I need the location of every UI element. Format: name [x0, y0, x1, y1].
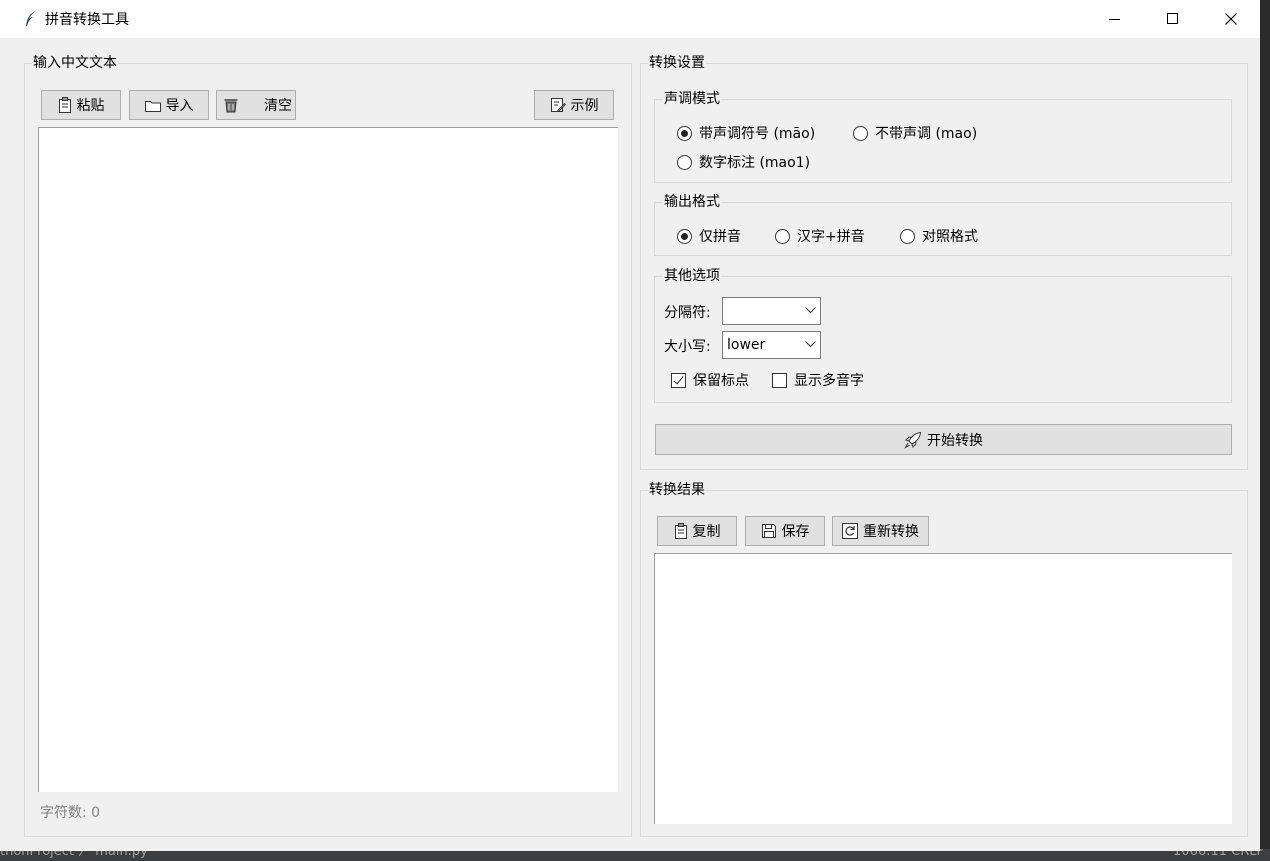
output-format-title: 输出格式 [663, 193, 721, 211]
format-option-pinyin-only-label: 仅拼音 [699, 229, 741, 245]
maximize-button[interactable] [1144, 0, 1202, 38]
tone-option-none[interactable]: 不带声调 (mao) [853, 123, 977, 143]
char-count-label: 字符数: 0 [40, 805, 101, 821]
other-options-title: 其他选项 [663, 267, 721, 285]
case-select-value: lower [727, 337, 766, 353]
show-polyphones-label: 显示多音字 [794, 373, 864, 389]
chinese-text-input[interactable] [38, 127, 618, 792]
tone-mode-title: 声调模式 [663, 90, 721, 108]
case-select[interactable]: lower [722, 331, 821, 359]
example-button[interactable]: 示例 [534, 90, 614, 120]
radio-unselected-icon [775, 228, 790, 244]
keep-punctuation-label: 保留标点 [693, 373, 749, 389]
floppy-disk-icon [761, 524, 776, 538]
tone-option-numbers[interactable]: 数字标注 (mao1) [677, 152, 810, 172]
example-button-label: 示例 [570, 98, 599, 114]
clear-button[interactable]: 清空 [216, 90, 296, 120]
result-panel-title: 转换结果 [648, 481, 706, 499]
chevron-down-icon [805, 307, 816, 314]
import-button-label: 导入 [165, 98, 194, 114]
reconvert-button[interactable]: 重新转换 [832, 516, 929, 546]
chevron-down-icon [805, 341, 816, 348]
paste-button-label: 粘贴 [76, 98, 105, 114]
radio-unselected-icon [677, 154, 692, 170]
separator-label: 分隔符: [664, 305, 711, 321]
maximize-icon [1167, 13, 1178, 24]
tone-option-numbers-label: 数字标注 (mao1) [699, 155, 811, 171]
save-button-label: 保存 [781, 524, 810, 540]
refresh-icon [842, 523, 858, 539]
show-polyphones-checkbox[interactable]: 显示多音字 [772, 370, 864, 390]
ide-background-right [1260, 38, 1270, 851]
paste-button[interactable]: 粘贴 [41, 90, 121, 120]
window-controls [1086, 0, 1260, 38]
radio-selected-icon [677, 228, 692, 244]
trash-icon [224, 99, 238, 113]
close-button[interactable] [1202, 0, 1260, 38]
tone-option-marks[interactable]: 带声调符号 (māo) [677, 123, 815, 143]
format-option-hanzi-pinyin[interactable]: 汉字+拼音 [775, 226, 865, 246]
keep-punctuation-checkbox[interactable]: 保留标点 [671, 370, 749, 390]
reconvert-button-label: 重新转换 [863, 524, 919, 540]
tone-option-none-label: 不带声调 (mao) [875, 126, 978, 142]
checkbox-unchecked-icon [772, 372, 787, 388]
minimize-icon [1109, 19, 1120, 20]
format-option-pinyin-only[interactable]: 仅拼音 [677, 226, 741, 246]
clipboard-icon [674, 523, 687, 539]
copy-button-label: 复制 [692, 524, 721, 540]
tone-option-marks-label: 带声调符号 (māo) [699, 126, 816, 142]
format-option-hanzi-pinyin-label: 汉字+拼音 [797, 229, 865, 245]
case-label: 大小写: [664, 339, 711, 355]
result-text-output[interactable] [654, 553, 1232, 824]
copy-button[interactable]: 复制 [657, 516, 737, 546]
feather-icon [24, 10, 38, 28]
start-convert-button[interactable]: 开始转换 [655, 424, 1232, 455]
save-button[interactable]: 保存 [745, 516, 825, 546]
radio-unselected-icon [900, 228, 915, 244]
close-icon [1225, 13, 1237, 25]
input-panel-title: 输入中文文本 [32, 54, 118, 72]
rocket-icon [904, 431, 922, 449]
start-convert-label: 开始转换 [927, 432, 983, 449]
settings-panel-title: 转换设置 [648, 54, 706, 72]
clear-button-label: 清空 [264, 98, 292, 114]
checkbox-checked-icon [671, 372, 686, 388]
app-window: 拼音转换工具 输入中文文本 粘贴 导入 清空 示例 字符数: 0 转换设置 声调… [0, 0, 1260, 851]
radio-selected-icon [677, 125, 692, 141]
separator-select[interactable] [722, 297, 821, 325]
radio-unselected-icon [853, 125, 868, 141]
clipboard-icon [58, 97, 71, 113]
minimize-button[interactable] [1086, 0, 1144, 38]
format-option-side-by-side[interactable]: 对照格式 [900, 226, 978, 246]
format-option-side-by-side-label: 对照格式 [922, 229, 978, 245]
window-title: 拼音转换工具 [45, 12, 129, 28]
edit-document-icon [550, 98, 566, 113]
title-bar[interactable]: 拼音转换工具 [0, 0, 1260, 38]
folder-icon [144, 100, 161, 112]
import-button[interactable]: 导入 [129, 90, 209, 120]
